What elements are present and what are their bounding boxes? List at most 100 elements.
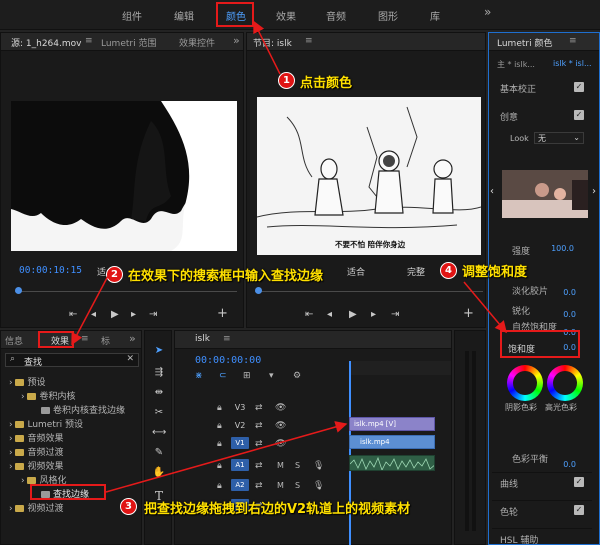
creative-checkbox[interactable]: ✓ xyxy=(574,110,584,120)
color-wheels-section[interactable]: 色轮 ✓ xyxy=(492,500,592,522)
basic-correction-checkbox[interactable]: ✓ xyxy=(574,82,584,92)
source-timecode[interactable]: 00:00:10:15 xyxy=(19,265,82,276)
sync-icon-a1[interactable]: ⇄ xyxy=(255,461,263,471)
shadow-tint-wheel[interactable] xyxy=(507,365,543,401)
track-label-a2[interactable]: A2 xyxy=(231,479,249,491)
program-playhead-icon[interactable] xyxy=(255,287,262,294)
add-button-icon[interactable]: + xyxy=(217,306,228,321)
track-label-v1[interactable]: V1 xyxy=(231,437,249,449)
sequence-tab[interactable]: islk xyxy=(195,334,210,344)
tree-item-video-transitions[interactable]: › 视频过渡 xyxy=(9,501,64,514)
track-select-tool-icon[interactable]: ⇶ xyxy=(152,367,166,381)
hsl-section[interactable]: HSL 辅助 xyxy=(492,528,592,545)
tint-balance-value[interactable]: 0.0 xyxy=(563,460,576,469)
highlight-tint-wheel[interactable] xyxy=(547,365,583,401)
program-add-button-icon[interactable]: + xyxy=(463,306,474,321)
mic-icon-a1[interactable]: 🎙︎ xyxy=(313,461,324,471)
clear-search-icon[interactable]: ✕ xyxy=(126,354,134,364)
tab-lumetri-scopes[interactable]: Lumetri 范围 xyxy=(101,36,156,49)
linked-selection-icon[interactable]: ⊂ xyxy=(219,371,227,381)
program-menu-icon[interactable]: ≡ xyxy=(305,36,313,46)
tab-source[interactable]: 源: 1_h264.mov xyxy=(11,36,81,49)
solo-a1[interactable]: S xyxy=(295,461,300,470)
lumetri-clip-master[interactable]: 主 * islk... xyxy=(497,59,535,70)
sequence-menu-icon[interactable]: ≡ xyxy=(223,334,231,344)
tree-item-convolution-kernel[interactable]: › 卷积内核 xyxy=(21,389,76,402)
program-play-icon[interactable]: ▶ xyxy=(349,309,357,320)
program-time-ruler[interactable] xyxy=(255,291,483,292)
tab-program[interactable]: 节目: islk xyxy=(253,36,292,49)
settings-wrench-icon[interactable]: ⚙ xyxy=(293,371,301,381)
ripple-edit-tool-icon[interactable]: ⇹ xyxy=(152,387,166,401)
razor-tool-icon[interactable]: ✂ xyxy=(152,407,166,421)
curves-section[interactable]: 曲线 ✓ xyxy=(492,472,592,494)
program-next-frame-icon[interactable]: ▸ xyxy=(371,309,376,320)
hand-tool-icon[interactable]: ✋ xyxy=(152,467,166,481)
mute-a1[interactable]: M xyxy=(277,461,284,470)
more-workspaces-icon[interactable]: » xyxy=(484,5,491,19)
sync-icon-a2[interactable]: ⇄ xyxy=(255,481,263,491)
lock-icon-v1[interactable]: 🔒︎ xyxy=(217,439,222,449)
workspace-tab-assembly[interactable]: 组件 xyxy=(122,8,142,23)
lock-icon-a1[interactable]: 🔒︎ xyxy=(217,461,222,471)
tree-item-presets[interactable]: › 预设 xyxy=(9,375,46,388)
add-marker-icon[interactable]: ⊞ xyxy=(243,371,251,381)
timeline-timecode[interactable]: 00:00:00:00 xyxy=(195,355,261,366)
track-label-v2[interactable]: V2 xyxy=(231,421,249,430)
tree-item-lumetri-presets[interactable]: › Lumetri 预设 xyxy=(9,417,83,430)
solo-a2[interactable]: S xyxy=(295,481,300,490)
workspace-tab-graphics[interactable]: 图形 xyxy=(378,8,398,23)
tab-markers[interactable]: 标 xyxy=(101,334,110,347)
workspace-tab-libraries[interactable]: 库 xyxy=(430,8,440,23)
tree-item-audio-effects[interactable]: › 音频效果 xyxy=(9,431,64,444)
next-frame-icon[interactable]: ▸ xyxy=(131,309,136,320)
tree-item-video-effects[interactable]: › 视频效果 xyxy=(9,459,64,472)
lumetri-creative-section[interactable]: 创意 ✓ xyxy=(492,106,592,128)
sync-icon-v3[interactable]: ⇄ xyxy=(255,403,263,413)
faded-film-value[interactable]: 0.0 xyxy=(563,288,576,297)
tab-menu-icon[interactable]: ≡ xyxy=(85,36,93,46)
program-fit-dropdown[interactable]: 适合 xyxy=(347,265,365,278)
tree-item-convolution-find-edges[interactable]: 卷积内核查找边缘 xyxy=(41,403,125,416)
track-label-v3[interactable]: V3 xyxy=(231,403,249,412)
track-label-a1[interactable]: A1 xyxy=(231,459,249,471)
snap-icon[interactable]: ⋇ xyxy=(195,371,203,381)
look-next-icon[interactable]: › xyxy=(592,186,596,197)
lumetri-basic-correction[interactable]: 基本校正 ✓ xyxy=(492,78,592,100)
clip-v1[interactable]: islk.mp4 xyxy=(349,435,435,449)
color-wheels-checkbox[interactable]: ✓ xyxy=(574,505,584,515)
play-icon[interactable]: ▶ xyxy=(111,309,119,320)
step-back-icon[interactable]: ⇤ xyxy=(69,309,77,320)
pen-tool-icon[interactable]: ✎ xyxy=(152,447,166,461)
marker-icon[interactable]: ▾ xyxy=(269,371,274,381)
look-preview-thumbnail[interactable] xyxy=(502,170,588,218)
lumetri-clip-active[interactable]: islk * isl... xyxy=(553,59,592,68)
prev-frame-icon[interactable]: ◂ xyxy=(91,309,96,320)
timeline-playhead[interactable] xyxy=(349,361,351,545)
sync-icon-v2[interactable]: ⇄ xyxy=(255,421,263,431)
panel-more-icon[interactable]: » xyxy=(233,34,240,47)
mic-icon-a2[interactable]: 🎙︎ xyxy=(313,481,324,491)
intensity-value[interactable]: 100.0 xyxy=(551,244,574,253)
lock-icon-v3[interactable]: 🔒︎ xyxy=(217,403,222,413)
look-prev-icon[interactable]: ‹ xyxy=(490,186,494,197)
tree-item-audio-transitions[interactable]: › 音频过渡 xyxy=(9,445,64,458)
eye-icon-v1[interactable]: 👁︎ xyxy=(275,439,286,449)
eye-icon-v3[interactable]: 👁︎ xyxy=(275,403,286,413)
look-dropdown[interactable]: 无 ⌄ xyxy=(534,132,584,144)
program-prev-frame-icon[interactable]: ◂ xyxy=(327,309,332,320)
lumetri-menu-icon[interactable]: ≡ xyxy=(569,36,577,46)
lock-icon-a2[interactable]: 🔒︎ xyxy=(217,481,222,491)
workspace-tab-effects[interactable]: 效果 xyxy=(276,8,296,23)
program-resolution-dropdown[interactable]: 完整 xyxy=(407,265,425,278)
source-time-ruler[interactable] xyxy=(15,291,237,292)
curves-checkbox[interactable]: ✓ xyxy=(574,477,584,487)
program-step-back-icon[interactable]: ⇤ xyxy=(305,309,313,320)
mute-a2[interactable]: M xyxy=(277,481,284,490)
source-fit-dropdown[interactable]: 适 xyxy=(97,265,106,278)
clip-v2[interactable]: islk.mp4 [V] xyxy=(349,417,435,431)
slip-tool-icon[interactable]: ⟷ xyxy=(152,427,166,441)
lock-icon-v2[interactable]: 🔒︎ xyxy=(217,421,222,431)
effects-more-icon[interactable]: » xyxy=(129,332,136,345)
effects-menu-icon[interactable]: ≡ xyxy=(81,334,89,344)
